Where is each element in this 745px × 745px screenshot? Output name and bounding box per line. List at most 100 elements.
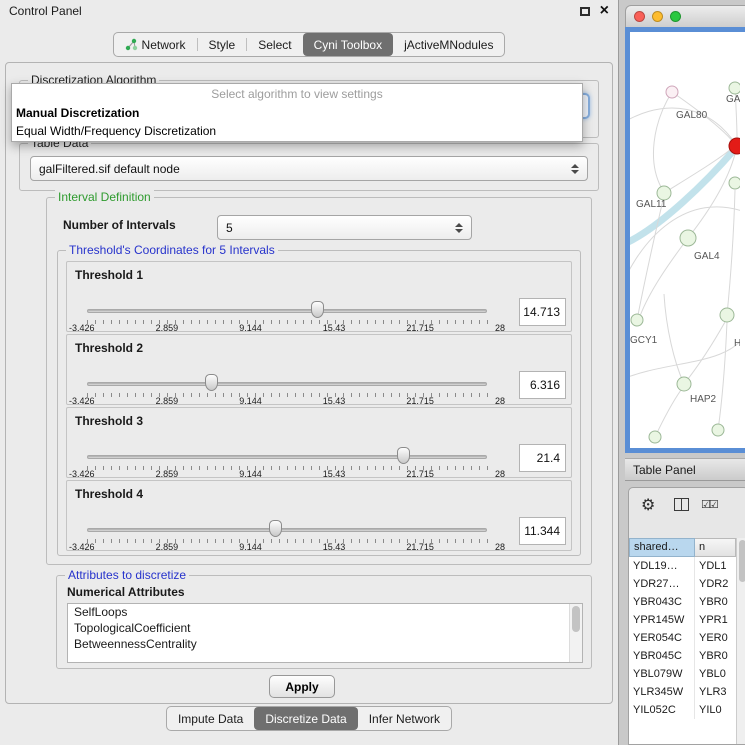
table-cell[interactable]: YDR27… (629, 575, 695, 593)
table-cell[interactable]: YDL19… (629, 557, 695, 575)
mac-close-icon[interactable] (634, 11, 645, 22)
settings-gear-icon[interactable]: ⚙ (641, 495, 655, 515)
slider-track[interactable] (87, 455, 487, 459)
network-canvas[interactable]: GAGAL80GAL11GAL4GCY1HHAP2 (630, 32, 740, 448)
table-row[interactable]: YDL19…YDL1 (629, 557, 736, 575)
column-selector-icon[interactable] (674, 498, 689, 511)
table-cell[interactable]: YBR043C (629, 593, 695, 611)
table-cell[interactable]: YBR0 (695, 593, 736, 611)
network-edge (630, 150, 734, 244)
network-node[interactable] (720, 308, 734, 322)
network-node[interactable] (657, 186, 671, 200)
table-data-combobox[interactable]: galFiltered.sif default node (30, 156, 588, 181)
tab-infer-network[interactable]: Infer Network (358, 707, 451, 730)
tab-jactivemnodules[interactable]: jActiveMNodules (393, 33, 504, 56)
table-cell[interactable]: YBL079W (629, 665, 695, 683)
slider-track[interactable] (87, 528, 487, 532)
scale-label: 15.43 (323, 542, 346, 552)
table-row[interactable]: YER054CYER0 (629, 629, 736, 647)
dropdown-prompt-option[interactable]: Select algorithm to view settings (12, 85, 582, 104)
node-table-body[interactable]: YDL19…YDL1YDR27…YDR2YBR043CYBR0YPR145WYP… (629, 557, 736, 744)
threshold-slider[interactable] (87, 446, 487, 466)
table-row[interactable]: YIL052CYIL0 (629, 701, 736, 719)
column-header-name[interactable]: n (695, 538, 736, 557)
table-row[interactable]: YBR043CYBR0 (629, 593, 736, 611)
mac-zoom-icon[interactable] (670, 11, 681, 22)
slider-track[interactable] (87, 309, 487, 313)
table-cell[interactable]: YIL0 (695, 701, 736, 719)
dropdown-option-manual-discretization[interactable]: Manual Discretization (12, 104, 582, 122)
threshold-panel: Threshold 2 -3.4262.8599.14415.4321.7152… (66, 334, 572, 405)
table-cell[interactable]: YER054C (629, 629, 695, 647)
attribute-item[interactable]: TopologicalCoefficient (68, 620, 582, 636)
network-node[interactable] (729, 177, 740, 189)
table-row[interactable]: YBR045CYBR0 (629, 647, 736, 665)
tab-network[interactable]: Network (114, 33, 197, 56)
table-cell[interactable]: YER0 (695, 629, 736, 647)
network-node[interactable] (680, 230, 696, 246)
slider-thumb[interactable] (311, 301, 324, 318)
mac-minimize-icon[interactable] (652, 11, 663, 22)
table-row[interactable]: YLR345WYLR3 (629, 683, 736, 701)
network-node[interactable] (712, 424, 724, 436)
table-row[interactable]: YDR27…YDR2 (629, 575, 736, 593)
apply-button[interactable]: Apply (269, 675, 335, 698)
slider-thumb[interactable] (397, 447, 410, 464)
attribute-item[interactable]: BetweennessCentrality (68, 636, 582, 652)
tab-cyni-toolbox[interactable]: Cyni Toolbox (303, 33, 393, 56)
network-node[interactable] (666, 86, 678, 98)
network-node[interactable] (631, 314, 643, 326)
table-cell[interactable]: YPR1 (695, 611, 736, 629)
numerical-attributes-list[interactable]: SelfLoopsTopologicalCoefficientBetweenne… (67, 603, 583, 663)
network-node[interactable] (677, 377, 691, 391)
table-cell[interactable]: YPR145W (629, 611, 695, 629)
dropdown-option-equal-width[interactable]: Equal Width/Frequency Discretization (12, 122, 582, 140)
slider-track[interactable] (87, 382, 487, 386)
scale-label: 28 (495, 396, 505, 406)
table-row[interactable]: YPR145WYPR1 (629, 611, 736, 629)
numerical-attributes-heading: Numerical Attributes (67, 585, 185, 599)
threshold-slider[interactable] (87, 519, 487, 539)
tab-select[interactable]: Select (247, 33, 302, 56)
scrollbar-thumb[interactable] (572, 606, 580, 632)
table-cell[interactable]: YBL0 (695, 665, 736, 683)
table-cell[interactable]: YDL1 (695, 557, 736, 575)
threshold-value-field[interactable] (519, 444, 566, 472)
control-panel-tabbar: Network Style Select Cyni Toolbox jActiv… (0, 32, 618, 57)
threshold-slider[interactable] (87, 300, 487, 320)
combobox-stepper-icon (455, 223, 463, 233)
attribute-item[interactable]: SelfLoops (68, 604, 582, 620)
threshold-value-field[interactable] (519, 298, 566, 326)
tab-discretize-data[interactable]: Discretize Data (254, 707, 357, 730)
network-node[interactable] (729, 138, 740, 154)
table-scrollbar[interactable] (736, 538, 745, 744)
network-node[interactable] (649, 431, 661, 443)
slider-thumb[interactable] (205, 374, 218, 391)
threshold-value-field[interactable] (519, 371, 566, 399)
table-cell[interactable]: YLR345W (629, 683, 695, 701)
scrollbar-thumb[interactable] (739, 540, 745, 582)
list-scrollbar[interactable] (569, 604, 582, 662)
scale-label: 2.859 (156, 542, 179, 552)
column-header-shared-name[interactable]: shared… (629, 538, 695, 557)
table-cell[interactable]: YDR2 (695, 575, 736, 593)
number-of-intervals-combobox[interactable]: 5 (217, 215, 472, 240)
node-label: GCY1 (630, 335, 658, 346)
network-edge (684, 322, 725, 384)
tab-impute-data[interactable]: Impute Data (167, 707, 254, 730)
tab-label: Infer Network (369, 712, 440, 726)
table-cell[interactable]: YBR045C (629, 647, 695, 665)
table-cell[interactable]: YBR0 (695, 647, 736, 665)
float-window-icon[interactable] (580, 7, 590, 16)
table-row[interactable]: YBL079WYBL0 (629, 665, 736, 683)
network-node[interactable] (729, 82, 740, 94)
tab-style[interactable]: Style (198, 33, 247, 56)
table-cell[interactable]: YLR3 (695, 683, 736, 701)
threshold-value-field[interactable] (519, 517, 566, 545)
table-cell[interactable]: YIL052C (629, 701, 695, 719)
combobox-value: galFiltered.sif default node (39, 162, 180, 176)
select-columns-icon[interactable]: ☑☑ (701, 498, 717, 511)
slider-thumb[interactable] (269, 520, 282, 537)
threshold-slider[interactable] (87, 373, 487, 393)
close-icon[interactable]: × (600, 6, 609, 16)
